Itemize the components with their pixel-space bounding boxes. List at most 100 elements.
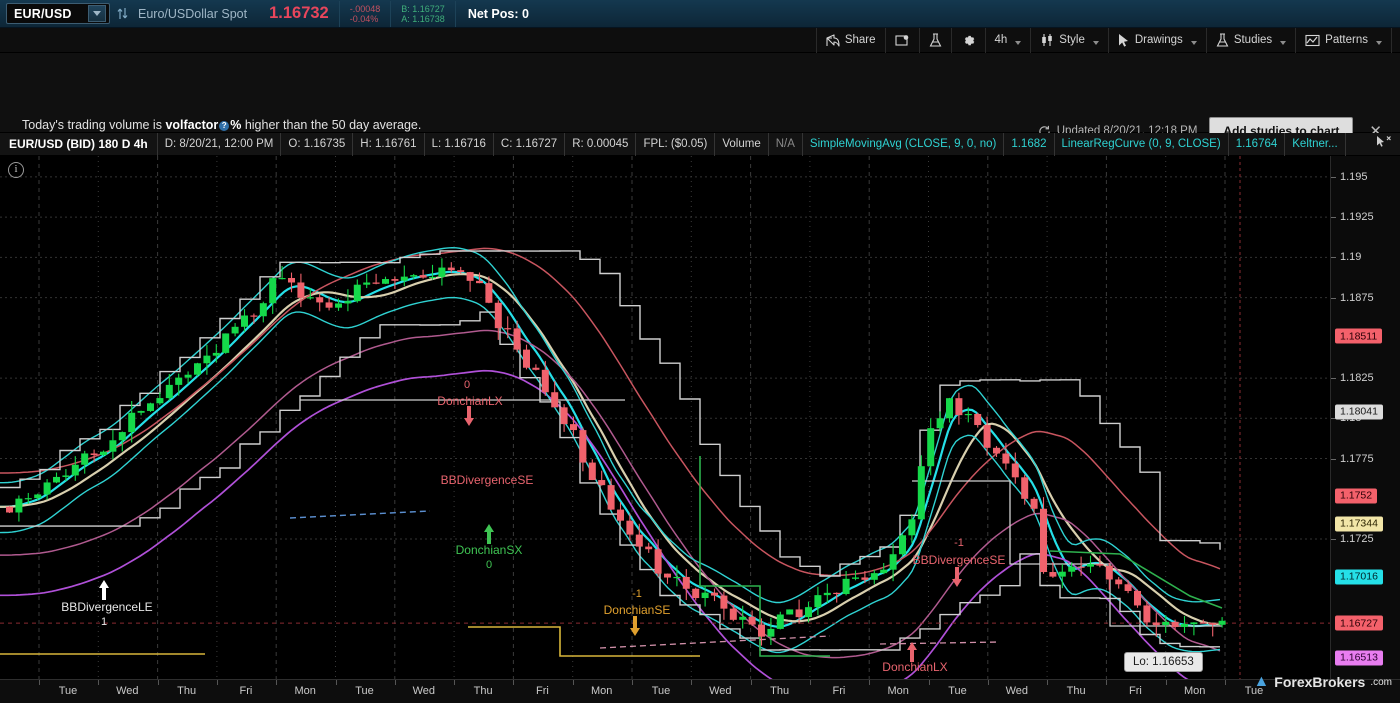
- time-axis-separator: [809, 680, 811, 685]
- chevron-down-icon: [1015, 41, 1022, 45]
- study-sma-value: 1.1682: [1004, 132, 1055, 156]
- timeframe-button[interactable]: 4h: [984, 27, 1031, 53]
- gear-icon: [961, 33, 976, 48]
- time-axis-separator: [1047, 680, 1049, 685]
- time-axis-tick: Wed: [116, 685, 139, 697]
- time-axis-separator: [276, 680, 278, 685]
- time-axis-separator: [39, 680, 40, 685]
- change-percent: -0.04%: [349, 13, 379, 24]
- time-axis-tick: Thu: [473, 685, 493, 697]
- time-axis-tick: Mon: [590, 685, 613, 697]
- banner-line1-suffix: higher than the 50 day average.: [241, 118, 422, 132]
- time-axis-tick: Tue: [58, 685, 78, 697]
- symbol-selector[interactable]: EUR/USD: [6, 3, 110, 24]
- symbol-top-bar: EUR/USD Euro/USDollar Spot 1.16732 -.000…: [0, 0, 1400, 28]
- candlestick-series: [6, 258, 1226, 646]
- band-upper-line: [0, 247, 1221, 604]
- signal-arrow-down-icon: [952, 567, 962, 587]
- patterns-button[interactable]: Patterns: [1295, 27, 1392, 53]
- snapshot-button[interactable]: [884, 27, 919, 53]
- time-axis-tick: Fri: [832, 685, 846, 697]
- share-button[interactable]: Share: [815, 27, 885, 53]
- spot-name-label: Euro/USDollar Spot: [138, 6, 248, 21]
- band-lower-line: [0, 296, 1221, 654]
- sma-badge[interactable]: 1.17016: [1335, 569, 1383, 585]
- donchian-upper-badge[interactable]: 1.18041: [1335, 404, 1383, 420]
- last-price-badge[interactable]: 1.16727: [1335, 615, 1383, 631]
- forexbrokers-logo-icon: ▲: [1253, 673, 1270, 690]
- drawings-button[interactable]: Drawings: [1107, 27, 1206, 53]
- time-axis-separator: [1225, 680, 1226, 685]
- chevron-down-icon: [1092, 41, 1099, 45]
- price-axis[interactable]: 1.1951.19251.191.18751.18251.181.17751.1…: [1330, 156, 1400, 679]
- volfactor-term: volfactor: [165, 118, 219, 132]
- bollinger-lower-line: [0, 369, 1189, 679]
- signal-label-donchiansx: DonchianSX: [455, 543, 523, 557]
- time-axis-separator: [394, 680, 396, 685]
- time-axis-separator: [928, 680, 930, 685]
- midline-badge[interactable]: 1.17344: [1335, 516, 1383, 532]
- time-axis-tick: Mon: [1183, 685, 1206, 697]
- regression-badge[interactable]: 1.1752: [1335, 488, 1378, 504]
- time-axis[interactable]: Tue Wed Thu Fri Mon Tue Wed Thu Fri Mon Tue Wed Thu F…: [0, 679, 1400, 703]
- signal-label-bbdivergencele: BBDivergenceLE: [61, 600, 153, 614]
- signal-value: 0: [463, 379, 471, 391]
- settings-button[interactable]: [950, 27, 985, 53]
- time-axis-tick: Thu: [770, 685, 790, 697]
- studies-notice-banner: Today's trading volume is volfactor?% hi…: [0, 53, 1400, 172]
- studies-flask-button[interactable]: [918, 27, 951, 53]
- time-axis-tick: Tue: [355, 685, 374, 697]
- crosshair-cursor-icon[interactable]: [1367, 135, 1400, 153]
- study-keltner[interactable]: Keltner...: [1285, 132, 1346, 156]
- signal-value: -1: [954, 537, 964, 549]
- time-axis-tick: Wed: [709, 685, 732, 697]
- timeframe-label: 4h: [994, 34, 1008, 46]
- lower-band-badge[interactable]: 1.16513: [1335, 650, 1383, 666]
- studies-button[interactable]: Studies: [1205, 27, 1295, 53]
- time-axis-separator: [750, 680, 752, 685]
- info-circle-icon[interactable]: i: [8, 162, 24, 178]
- help-icon[interactable]: ?: [219, 121, 230, 131]
- drawings-label: Drawings: [1134, 34, 1183, 46]
- time-axis-tick: Fri: [1128, 685, 1142, 697]
- volfactor-unit: %: [230, 118, 242, 132]
- share-label: Share: [844, 34, 876, 46]
- time-axis-tick: Thu: [177, 685, 197, 697]
- time-axis-separator: [572, 680, 574, 685]
- field-date: D: 8/20/21, 12:00 PM: [158, 132, 282, 156]
- stddev-channel-line: [599, 635, 831, 649]
- study-linearregcurve[interactable]: LinearRegCurve (0, 9, CLOSE): [1055, 132, 1229, 156]
- signal-value: 0: [485, 559, 493, 571]
- signal-arrow-up-icon: [484, 524, 494, 544]
- watermark-name: ForexBrokers: [1274, 674, 1366, 690]
- keltner-upper-badge[interactable]: 1.18511: [1335, 328, 1383, 344]
- chevron-down-icon[interactable]: [88, 5, 106, 22]
- signal-value: -1: [632, 588, 642, 600]
- signal-arrow-down-icon: [464, 406, 474, 426]
- price-chart-canvas[interactable]: 8/20/21 i: [0, 156, 1330, 679]
- flask-icon: [1216, 32, 1229, 48]
- field-range: R: 0.00045: [565, 132, 637, 156]
- study-sma[interactable]: SimpleMovingAvg (CLOSE, 9, 0, no): [803, 132, 1005, 156]
- style-button[interactable]: Style: [1030, 27, 1108, 53]
- field-volume-value: N/A: [769, 132, 803, 156]
- price-axis-tick: 1.19: [1331, 251, 1361, 263]
- chart-title: EUR/USD (BID) 180 D 4h: [0, 132, 158, 156]
- price-axis-tick: 1.1725: [1331, 533, 1374, 545]
- swap-vertical-icon[interactable]: [110, 6, 134, 21]
- time-axis-tick: Fri: [535, 685, 549, 697]
- time-axis-separator: [1106, 680, 1108, 685]
- field-close: C: 1.16727: [494, 132, 566, 156]
- stddev-channel-line: [289, 510, 431, 519]
- price-axis-tick: 1.1875: [1331, 292, 1374, 304]
- linearregcurve-line: [0, 273, 1221, 626]
- chevron-down-icon: [1280, 41, 1287, 45]
- field-fpl: FPL: ($0.05): [636, 132, 716, 156]
- bid-ask-block: B: 1.16727 A: 1.16738: [391, 0, 456, 27]
- time-axis-separator: [513, 680, 515, 685]
- time-axis-tick: Wed: [1005, 685, 1029, 697]
- signal-value: 1: [100, 616, 108, 628]
- time-axis-separator: [157, 680, 159, 685]
- symbol-label: EUR/USD: [14, 6, 72, 21]
- time-axis-tick: Fri: [239, 685, 253, 697]
